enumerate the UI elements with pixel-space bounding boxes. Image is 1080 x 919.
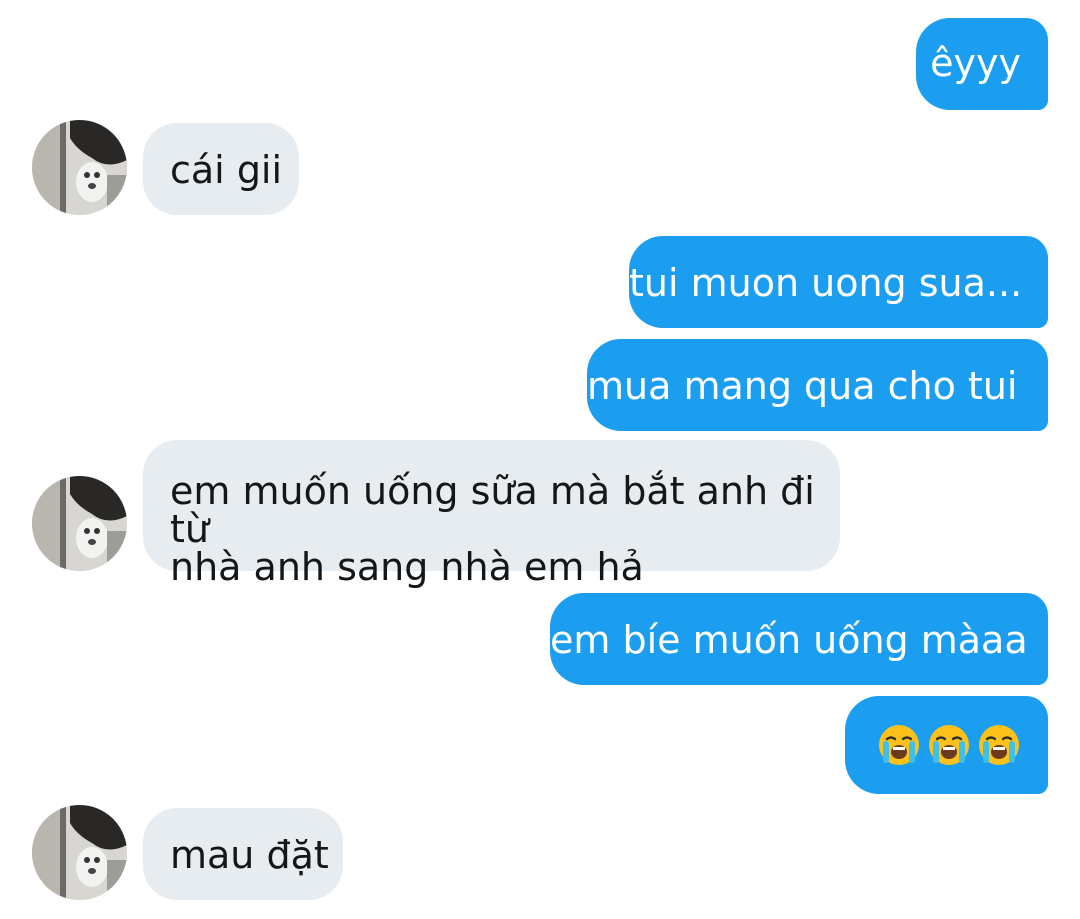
outgoing-message-bubble[interactable]: em bíe muốn uống màaa (550, 593, 1048, 685)
loudly-crying-face-icon (929, 725, 969, 765)
incoming-message-bubble[interactable]: cái gii (143, 123, 299, 215)
incoming-message-bubble[interactable]: em muốn uống sữa mà bắt anh đi từ nhà an… (143, 440, 840, 586)
message-text: êyyy (930, 41, 1021, 85)
emoji-row (845, 723, 1021, 767)
message-text: tui muon uong sua... (629, 261, 1023, 305)
message-text: cái gii (170, 148, 283, 192)
loudly-crying-face-icon (979, 725, 1019, 765)
outgoing-emoji-bubble[interactable] (845, 696, 1048, 794)
avatar-photo-icon (32, 476, 127, 571)
message-text: mau đặt (170, 833, 329, 877)
contact-avatar[interactable] (32, 120, 127, 215)
outgoing-message-bubble[interactable]: tui muon uong sua... (629, 236, 1048, 328)
contact-avatar[interactable] (32, 805, 127, 900)
loudly-crying-face-icon (879, 725, 919, 765)
message-text: mua mang qua cho tui (587, 364, 1018, 408)
message-thread: êyyy cái gii tui muon uong sua... mua ma… (0, 0, 1080, 919)
contact-avatar[interactable] (32, 476, 127, 571)
incoming-message-bubble[interactable]: mau đặt (143, 808, 343, 900)
avatar-photo-icon (32, 805, 127, 900)
message-text: em bíe muốn uống màaa (550, 618, 1028, 662)
message-text: em muốn uống sữa mà bắt anh đi từ nhà an… (170, 469, 815, 589)
avatar-photo-icon (32, 120, 127, 215)
outgoing-message-bubble[interactable]: mua mang qua cho tui (587, 339, 1048, 431)
outgoing-message-bubble[interactable]: êyyy (916, 18, 1048, 110)
